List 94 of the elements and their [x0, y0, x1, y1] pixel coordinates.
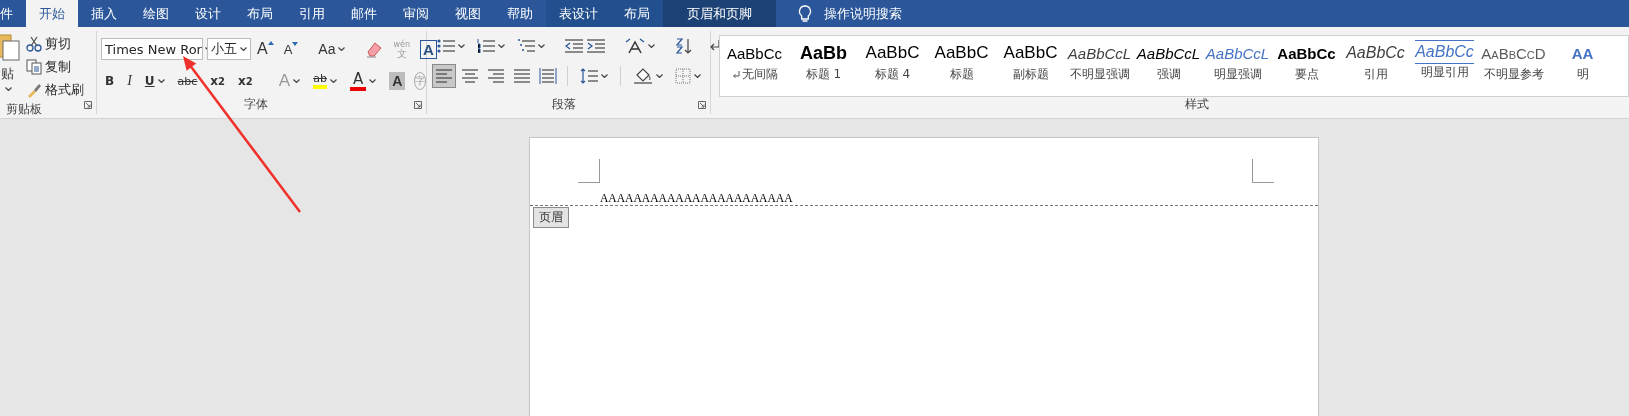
style-item[interactable]: AaBbCc 要点: [1272, 40, 1341, 96]
margin-corner-mark: [1252, 159, 1274, 183]
increase-indent-icon[interactable]: [587, 39, 605, 53]
caret-icon[interactable]: [498, 44, 505, 48]
ribbon-tab[interactable]: 帮助: [494, 0, 546, 27]
paragraph-mark-icon[interactable]: [709, 39, 721, 53]
strikethrough-button[interactable]: abc: [173, 69, 202, 93]
font-color-button[interactable]: A: [345, 69, 381, 93]
align-lines-icon: [435, 68, 453, 84]
caret-icon[interactable]: [538, 44, 545, 48]
paintbrush-icon: [26, 82, 42, 98]
align-lines-icon: [461, 68, 479, 84]
dialog-launcher-icon[interactable]: [698, 101, 706, 109]
ribbon-tab[interactable]: 页眉和页脚: [663, 0, 776, 27]
sort-icon[interactable]: [675, 38, 693, 54]
margin-corner-mark: [578, 159, 600, 183]
clipboard-button[interactable]: 复制: [24, 56, 86, 78]
style-item[interactable]: AaBbCcL 不明显强调: [1065, 40, 1134, 96]
group-label: 剪贴板: [5, 101, 43, 118]
ribbon-tab[interactable]: 布局: [611, 0, 663, 27]
group-label: 字体: [242, 96, 269, 113]
header-label: 页眉: [533, 207, 569, 228]
style-item[interactable]: AaBbCc 无间隔: [720, 40, 789, 96]
character-shading-button[interactable]: A: [389, 72, 406, 90]
character-border-button[interactable]: A: [420, 39, 437, 59]
dialog-launcher-icon[interactable]: [414, 101, 422, 109]
multilevel-list-icon: [517, 39, 535, 53]
style-item[interactable]: AaBbCc 明显引用: [1410, 40, 1479, 96]
ribbon-tab[interactable]: 布局: [234, 0, 286, 27]
align-lines-icon: [513, 68, 531, 84]
ribbon-tab[interactable]: 开始: [26, 0, 78, 27]
ribbon-tab[interactable]: 引用: [286, 0, 338, 27]
decrease-indent-icon[interactable]: [565, 39, 583, 53]
numbered-list-icon: [477, 39, 495, 53]
caret-icon[interactable]: [648, 44, 655, 48]
ribbon-tab[interactable]: 审阅: [390, 0, 442, 27]
style-item[interactable]: AaBbC 副标题: [996, 40, 1065, 96]
ribbon-tab[interactable]: 件: [0, 0, 26, 27]
clipboard-button[interactable]: 剪切: [24, 33, 86, 55]
paste-button[interactable]: 贴: [0, 31, 22, 95]
style-item[interactable]: AaBbCc 引用: [1341, 40, 1410, 96]
style-item[interactable]: AaBb 标题 1: [789, 40, 858, 96]
line-spacing-icon: [580, 68, 598, 84]
ribbon-tab[interactable]: 表设计: [546, 0, 611, 27]
ribbon-tab[interactable]: 绘图: [130, 0, 182, 27]
grow-font-button[interactable]: A: [253, 37, 278, 61]
caret-icon[interactable]: [458, 44, 465, 48]
ribbon-tab[interactable]: 邮件: [338, 0, 390, 27]
change-case-button[interactable]: Aa: [314, 37, 350, 61]
style-item[interactable]: AaBbC 标题 4: [858, 40, 927, 96]
underline-button[interactable]: U: [140, 69, 169, 93]
group-label: 段落: [550, 96, 577, 113]
tell-me-search[interactable]: 操作说明搜索: [824, 4, 902, 23]
caret-icon[interactable]: [338, 47, 346, 51]
bold-button[interactable]: B: [101, 69, 119, 93]
lightbulb-icon[interactable]: [798, 4, 812, 23]
ribbon-tab[interactable]: 视图: [442, 0, 494, 27]
scissors-icon: [26, 36, 42, 52]
style-item[interactable]: AaBbCcL 明显强调: [1203, 40, 1272, 96]
style-item[interactable]: AA 明: [1548, 40, 1617, 96]
style-item[interactable]: AaBbCcD 不明显参考: [1479, 40, 1548, 96]
shrink-font-button[interactable]: A: [279, 37, 303, 61]
bullets-icon: [437, 39, 455, 53]
paragraph-mark-icon: [731, 70, 740, 79]
caret-icon[interactable]: [240, 47, 247, 51]
align-lines-icon: [539, 68, 557, 84]
caret-icon[interactable]: [329, 79, 337, 83]
group-label: 样式: [1185, 96, 1209, 113]
caret-icon[interactable]: [656, 74, 663, 78]
paint-bucket-icon: [633, 67, 653, 85]
up-triangle-icon: [267, 41, 274, 45]
borders-icon: [675, 68, 691, 84]
align-lines-icon: [487, 68, 505, 84]
style-item[interactable]: AaBbC 标题: [927, 40, 996, 96]
caret-icon[interactable]: [157, 79, 165, 83]
caret-icon[interactable]: [601, 74, 608, 78]
down-triangle-icon: [292, 42, 299, 46]
align-button[interactable]: [537, 65, 559, 87]
text-arrows-icon: [625, 38, 645, 54]
caret-icon[interactable]: [293, 79, 301, 83]
style-item[interactable]: AaBbCcL 强调: [1134, 40, 1203, 96]
caret-icon[interactable]: [369, 79, 377, 83]
dialog-launcher-icon[interactable]: [84, 101, 92, 109]
caret-icon[interactable]: [5, 87, 12, 91]
font-size-combobox[interactable]: 小五: [207, 38, 251, 60]
copy-icon: [26, 59, 42, 75]
caret-icon[interactable]: [694, 74, 701, 78]
highlight-button[interactable]: ab: [309, 69, 341, 93]
header-text: AAAAAAAAAAAAAAAAAAAAAAA: [600, 192, 793, 205]
ribbon-tab[interactable]: 设计: [182, 0, 234, 27]
align-button[interactable]: [433, 65, 455, 87]
ribbon-tab[interactable]: 插入: [78, 0, 130, 27]
clipboard-button[interactable]: 格式刷: [24, 79, 86, 101]
italic-button[interactable]: I: [123, 69, 136, 93]
